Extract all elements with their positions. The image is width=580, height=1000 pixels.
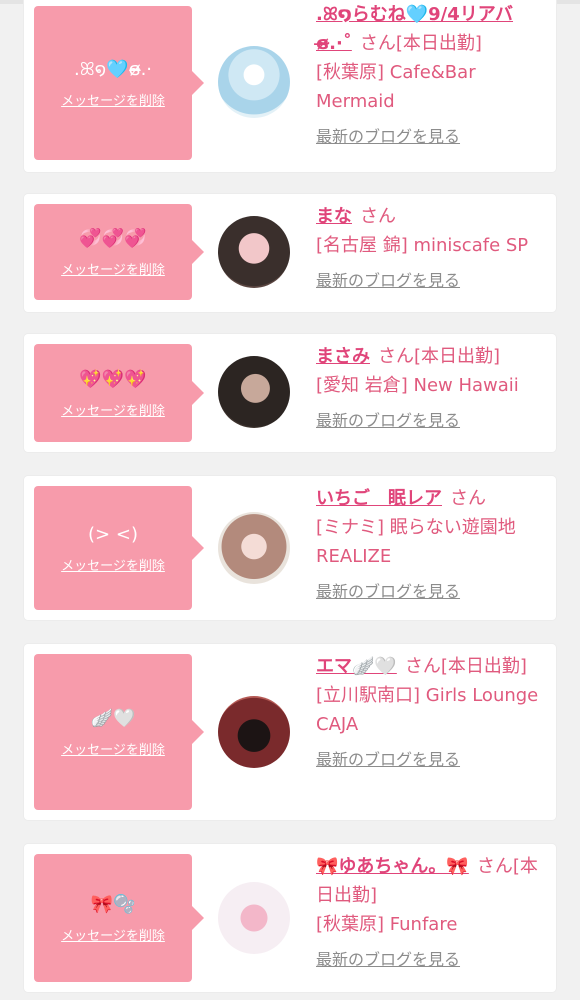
status-text: [本日出勤] [395, 33, 482, 54]
cast-name-link[interactable]: いちご 眠レア [316, 488, 442, 509]
message-text: 💞💞💞 [79, 227, 147, 249]
message-text: 🪽🤍 [90, 707, 136, 729]
avatar[interactable] [218, 46, 290, 118]
message-text: (> <) [88, 523, 138, 545]
cast-info: 🎀ゆあちゃん。🎀 さん[本日出勤] [秋葉原] Funfare 最新のブログを見る [316, 852, 548, 974]
delete-message-link[interactable]: メッセージを削除 [61, 555, 165, 574]
cast-name-link[interactable]: まな [316, 206, 352, 227]
latest-blog-link[interactable]: 最新のブログを見る [316, 410, 460, 432]
message-bubble: .ꕤ໑🩵ɞ̴̶̷.· メッセージを削除 [34, 6, 204, 160]
delete-message-link[interactable]: メッセージを削除 [61, 400, 165, 419]
cast-name-link[interactable]: エマ🪽🤍 [316, 656, 397, 677]
honorific: さん [476, 856, 513, 877]
honorific: さん [360, 206, 396, 227]
favorite-card: .ꕤ໑🩵ɞ̴̶̷.· メッセージを削除 .ꕤ໑らむね🩵9/4リアバɞ̴̶̷.·˚… [24, 0, 556, 172]
honorific: さん [378, 346, 414, 367]
honorific: さん [359, 33, 396, 54]
honorific: さん [404, 656, 441, 677]
latest-blog-link[interactable]: 最新のブログを見る [316, 126, 460, 148]
message-bubble: 💖💖💖 メッセージを削除 [34, 344, 204, 442]
cast-info: .ꕤ໑らむね🩵9/4リアバɞ̴̶̷.·˚ さん[本日出勤] [秋葉原] Cafe&… [316, 0, 548, 151]
message-text: 🎀🫧 [90, 893, 136, 915]
message-bubble: (> <) メッセージを削除 [34, 486, 204, 610]
favorite-card: 💞💞💞 メッセージを削除 まな さん [名古屋 錦] miniscafe SP 最… [24, 194, 556, 312]
latest-blog-link[interactable]: 最新のブログを見る [316, 749, 460, 771]
message-bubble: 💞💞💞 メッセージを削除 [34, 204, 204, 300]
avatar[interactable] [218, 356, 290, 428]
latest-blog-link[interactable]: 最新のブログを見る [316, 581, 460, 603]
message-text: .ꕤ໑🩵ɞ̴̶̷.· [73, 58, 153, 80]
avatar[interactable] [218, 882, 290, 954]
shop-name: [愛知 岩倉] New Hawaii [316, 375, 519, 396]
favorite-list: .ꕤ໑🩵ɞ̴̶̷.· メッセージを削除 .ꕤ໑らむね🩵9/4リアバɞ̴̶̷.·˚… [0, 0, 580, 1000]
shop-name: [秋葉原] Cafe&Bar Mermaid [316, 62, 476, 112]
avatar[interactable] [218, 512, 290, 584]
latest-blog-link[interactable]: 最新のブログを見る [316, 949, 460, 971]
avatar[interactable] [218, 696, 290, 768]
cast-name-link[interactable]: 🎀ゆあちゃん。🎀 [316, 856, 469, 877]
delete-message-link[interactable]: メッセージを削除 [61, 90, 165, 109]
message-bubble: 🎀🫧 メッセージを削除 [34, 854, 204, 982]
status-text: [本日出勤] [414, 346, 501, 367]
delete-message-link[interactable]: メッセージを削除 [61, 925, 165, 944]
status-text: [本日出勤] [440, 656, 527, 677]
message-bubble: 🪽🤍 メッセージを削除 [34, 654, 204, 810]
shop-name: [立川駅南口] Girls Lounge CAJA [316, 685, 539, 735]
cast-info: エマ🪽🤍 さん[本日出勤] [立川駅南口] Girls Lounge CAJA 最… [316, 652, 548, 774]
shop-name: [ミナミ] 眠らない遊園地 REALIZE [316, 517, 516, 567]
cast-info: まさみ さん[本日出勤] [愛知 岩倉] New Hawaii 最新のブログを見る [316, 342, 548, 435]
cast-info: いちご 眠レア さん [ミナミ] 眠らない遊園地 REALIZE 最新のブログを見… [316, 484, 548, 606]
latest-blog-link[interactable]: 最新のブログを見る [316, 270, 460, 292]
shop-name: [名古屋 錦] miniscafe SP [316, 235, 529, 256]
honorific: さん [450, 488, 486, 509]
favorite-card: 🪽🤍 メッセージを削除 エマ🪽🤍 さん[本日出勤] [立川駅南口] Girls L… [24, 644, 556, 820]
shop-name: [秋葉原] Funfare [316, 914, 458, 935]
favorite-card: (> <) メッセージを削除 いちご 眠レア さん [ミナミ] 眠らない遊園地 R… [24, 476, 556, 620]
delete-message-link[interactable]: メッセージを削除 [61, 739, 165, 758]
delete-message-link[interactable]: メッセージを削除 [61, 259, 165, 278]
cast-info: まな さん [名古屋 錦] miniscafe SP 最新のブログを見る [316, 202, 548, 295]
favorite-card: 💖💖💖 メッセージを削除 まさみ さん[本日出勤] [愛知 岩倉] New Haw… [24, 334, 556, 452]
avatar[interactable] [218, 216, 290, 288]
message-text: 💖💖💖 [79, 368, 147, 390]
cast-name-link[interactable]: まさみ [316, 346, 370, 367]
favorite-card: 🎀🫧 メッセージを削除 🎀ゆあちゃん。🎀 さん[本日出勤] [秋葉原] Funfa… [24, 844, 556, 992]
